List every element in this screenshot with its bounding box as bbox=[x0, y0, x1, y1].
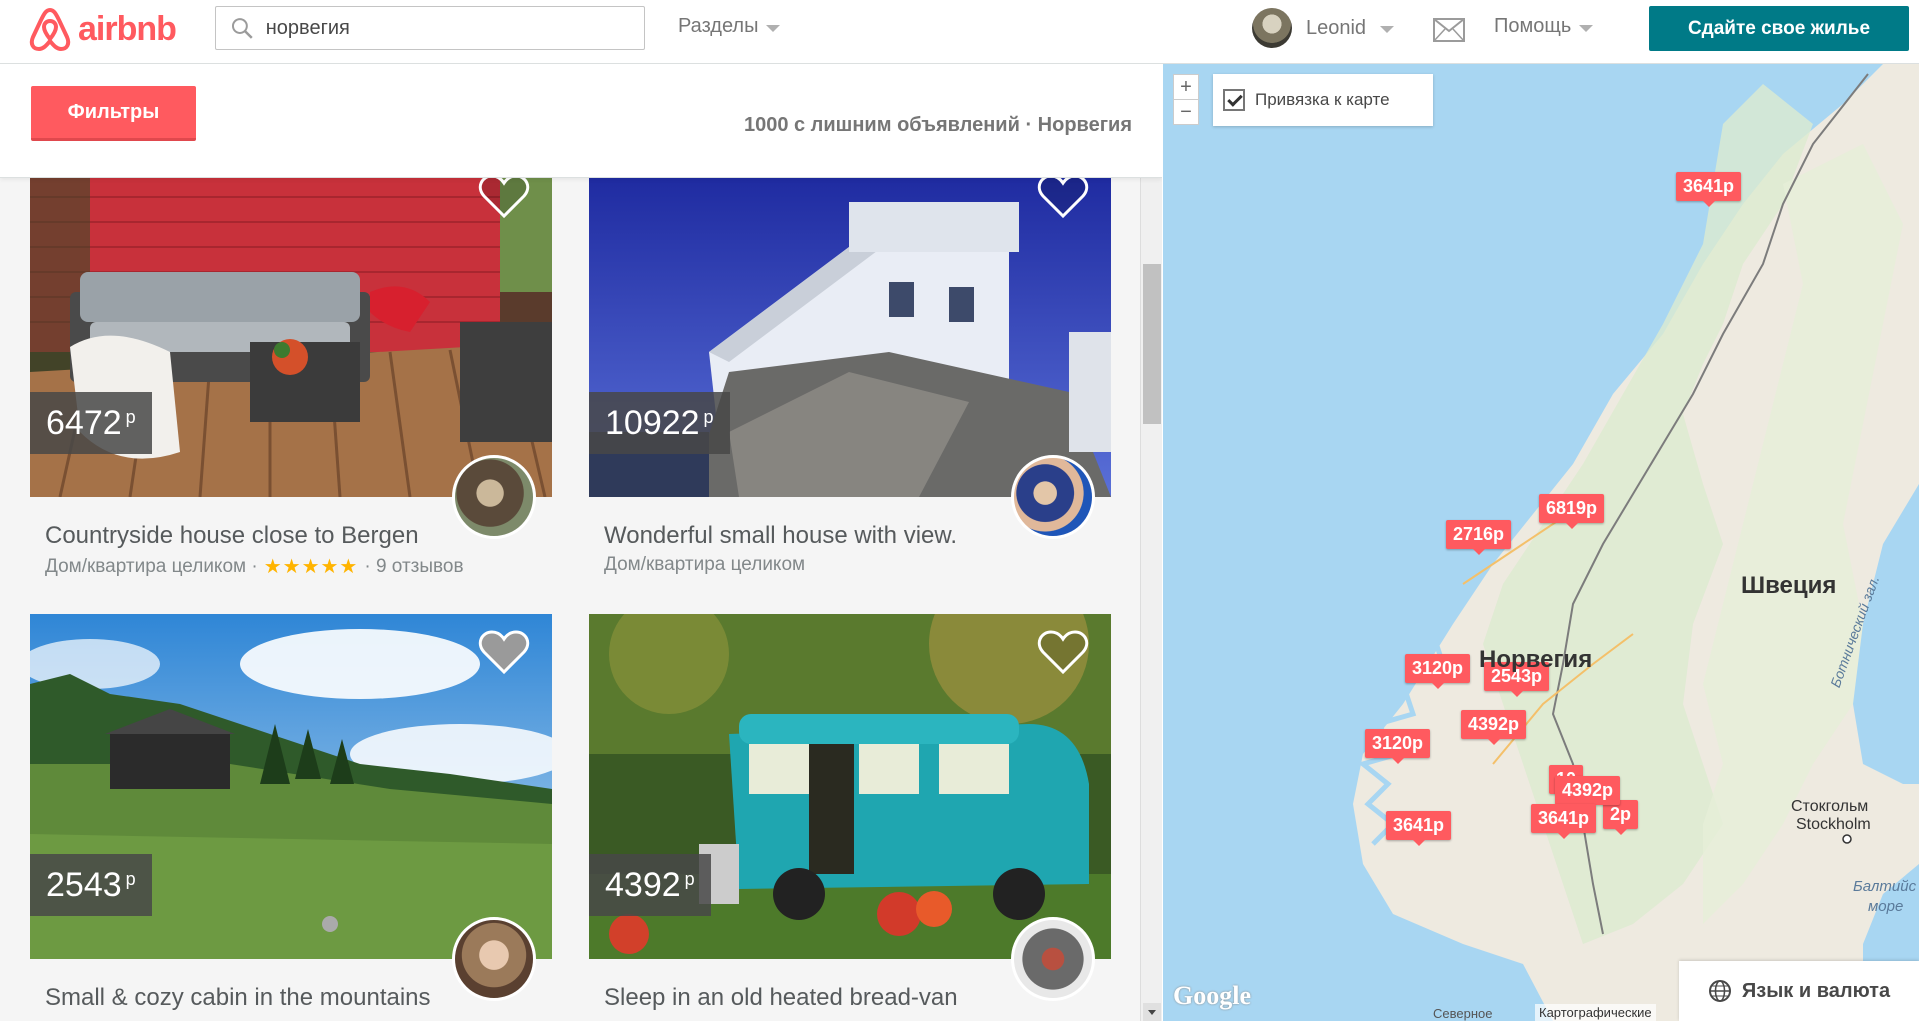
scroll-down-arrow[interactable] bbox=[1143, 1003, 1161, 1021]
user-menu[interactable]: Leonid bbox=[1252, 8, 1395, 48]
price-currency: р bbox=[703, 406, 714, 427]
listing-subtitle: Дом/квартира целиком bbox=[604, 554, 805, 576]
review-count: · 9 отзывов bbox=[364, 555, 464, 577]
globe-icon bbox=[1708, 980, 1731, 1002]
heart-icon bbox=[1037, 174, 1089, 219]
price-currency: р bbox=[125, 406, 136, 427]
map-terrain bbox=[1353, 64, 1919, 1021]
chevron-down-icon bbox=[1579, 24, 1594, 32]
price-tag: 4392 р bbox=[589, 854, 711, 916]
search-box[interactable] bbox=[215, 6, 645, 50]
user-name: Leonid bbox=[1306, 16, 1367, 39]
map-price-pin[interactable]: 4392р bbox=[1555, 776, 1621, 811]
wishlist-heart-button[interactable] bbox=[478, 172, 530, 225]
filter-bar: Фильтры 1000 с лишним объявлений · Норве… bbox=[0, 64, 1162, 178]
listings-grid: 6472 р Countryside house close to Bergen… bbox=[0, 172, 1140, 1021]
search-input[interactable] bbox=[263, 15, 644, 41]
map-price-pin[interactable]: 3641р bbox=[1676, 172, 1742, 207]
map-price-pin[interactable]: 3641р bbox=[1531, 804, 1597, 839]
price-tag: 2543 р bbox=[30, 854, 152, 916]
wishlist-heart-button[interactable] bbox=[1037, 628, 1089, 681]
zoom-in-button[interactable]: + bbox=[1174, 75, 1198, 100]
host-avatar[interactable] bbox=[452, 455, 536, 539]
rating-stars: ★★★★★ bbox=[263, 556, 359, 578]
price-value: 10922 bbox=[605, 403, 700, 442]
listing-title[interactable]: Wonderful small house with view. bbox=[604, 522, 957, 550]
scrollbar-thumb[interactable] bbox=[1143, 264, 1161, 424]
listing-photo[interactable]: 2543 р bbox=[30, 614, 552, 959]
listing-photo[interactable]: 10922 р bbox=[589, 172, 1111, 497]
host-avatar[interactable] bbox=[452, 917, 536, 1001]
map-label-sweden: Швеция bbox=[1741, 572, 1837, 599]
map-label-baltic-sea: море bbox=[1868, 898, 1904, 915]
price-value: 4392 bbox=[605, 865, 681, 904]
map-price-pin[interactable]: 3120р bbox=[1405, 654, 1471, 689]
listing-type: Дом/квартира целиком · bbox=[45, 555, 258, 577]
heart-icon bbox=[478, 174, 530, 219]
language-currency-button[interactable]: Язык и валюта bbox=[1679, 961, 1919, 1021]
listing-type: Дом/квартира целиком bbox=[604, 554, 806, 575]
host-avatar[interactable] bbox=[1011, 917, 1095, 1001]
listing-title[interactable]: Countryside house close to Bergen bbox=[45, 522, 419, 550]
zoom-out-button[interactable]: − bbox=[1174, 100, 1198, 124]
map-sync-toggle[interactable]: Привязка к карте bbox=[1213, 74, 1433, 126]
wishlist-heart-button[interactable] bbox=[478, 628, 530, 681]
map-label-baltic: Балтийс bbox=[1853, 878, 1917, 895]
map-price-pin[interactable]: 6819р bbox=[1539, 494, 1605, 529]
map-view[interactable]: + − Привязка к карте 3641р 6819р 2716р 3… bbox=[1163, 64, 1919, 1021]
wishlist-heart-button[interactable] bbox=[1037, 172, 1089, 225]
airbnb-belo-icon bbox=[29, 8, 71, 51]
sections-label: Разделы bbox=[678, 15, 759, 37]
envelope-icon bbox=[1433, 18, 1465, 42]
heart-filled-icon bbox=[478, 630, 530, 675]
google-logo: Google bbox=[1173, 981, 1251, 1010]
listings-panel: Фильтры 1000 с лишним объявлений · Норве… bbox=[0, 64, 1162, 1021]
help-label: Помощь bbox=[1494, 15, 1572, 37]
price-tag: 6472 р bbox=[30, 392, 152, 454]
listing-photo[interactable]: 6472 р bbox=[30, 172, 552, 497]
map-sync-checkbox[interactable] bbox=[1223, 89, 1245, 111]
listings-scrollbar[interactable] bbox=[1140, 178, 1162, 1021]
language-currency-label: Язык и валюта bbox=[1741, 979, 1891, 1002]
price-value: 2543 bbox=[46, 865, 122, 904]
help-menu[interactable]: Помощь bbox=[1494, 15, 1594, 38]
map-label-north-sea: Северное bbox=[1433, 1006, 1493, 1021]
sections-menu[interactable]: Разделы bbox=[678, 15, 781, 38]
price-currency: р bbox=[125, 868, 136, 889]
listing-title[interactable]: Small & cozy cabin in the mountains bbox=[45, 984, 431, 1012]
arrow-down-icon bbox=[1148, 1010, 1156, 1015]
top-header: airbnb Разделы Leonid Помощь Сдайте свое… bbox=[0, 0, 1919, 64]
map-label-norway: Норвегия bbox=[1479, 646, 1593, 673]
map-sync-label: Привязка к карте bbox=[1255, 90, 1390, 109]
listing-title[interactable]: Sleep in an old heated bread-van bbox=[604, 984, 958, 1012]
messages-button[interactable] bbox=[1433, 18, 1465, 47]
map-price-pin[interactable]: 4392р bbox=[1461, 710, 1527, 745]
heart-icon bbox=[1037, 630, 1089, 675]
map-label-stockholm: Stockholm bbox=[1796, 816, 1871, 833]
logo-wordmark: airbnb bbox=[78, 9, 177, 48]
avatar bbox=[1252, 8, 1292, 48]
price-currency: р bbox=[684, 868, 695, 889]
chevron-down-icon bbox=[766, 24, 781, 32]
listing-subtitle: Дом/квартира целиком · ★★★★★ · 9 отзывов bbox=[45, 554, 464, 579]
map-price-pin[interactable]: 2716р bbox=[1446, 520, 1512, 555]
search-icon bbox=[231, 18, 253, 39]
host-avatar[interactable] bbox=[1011, 455, 1095, 539]
map-label-stockholm-ru: Стокгольм bbox=[1791, 798, 1869, 815]
map-price-pin[interactable]: 3641р bbox=[1386, 811, 1452, 846]
airbnb-logo[interactable]: airbnb bbox=[28, 6, 177, 52]
filters-button[interactable]: Фильтры bbox=[31, 86, 196, 141]
listing-photo[interactable]: 4392 р bbox=[589, 614, 1111, 959]
map-price-pin[interactable]: 3120р bbox=[1365, 729, 1431, 764]
become-host-button[interactable]: Сдайте свое жилье bbox=[1649, 6, 1909, 51]
price-value: 6472 bbox=[46, 403, 122, 442]
results-summary: 1000 с лишним объявлений · Норвегия bbox=[743, 114, 1132, 136]
price-tag: 10922 р bbox=[589, 392, 730, 454]
map-attribution[interactable]: Картографические bbox=[1535, 1004, 1656, 1021]
zoom-controls: + − bbox=[1173, 74, 1199, 125]
chevron-down-icon bbox=[1380, 26, 1395, 33]
